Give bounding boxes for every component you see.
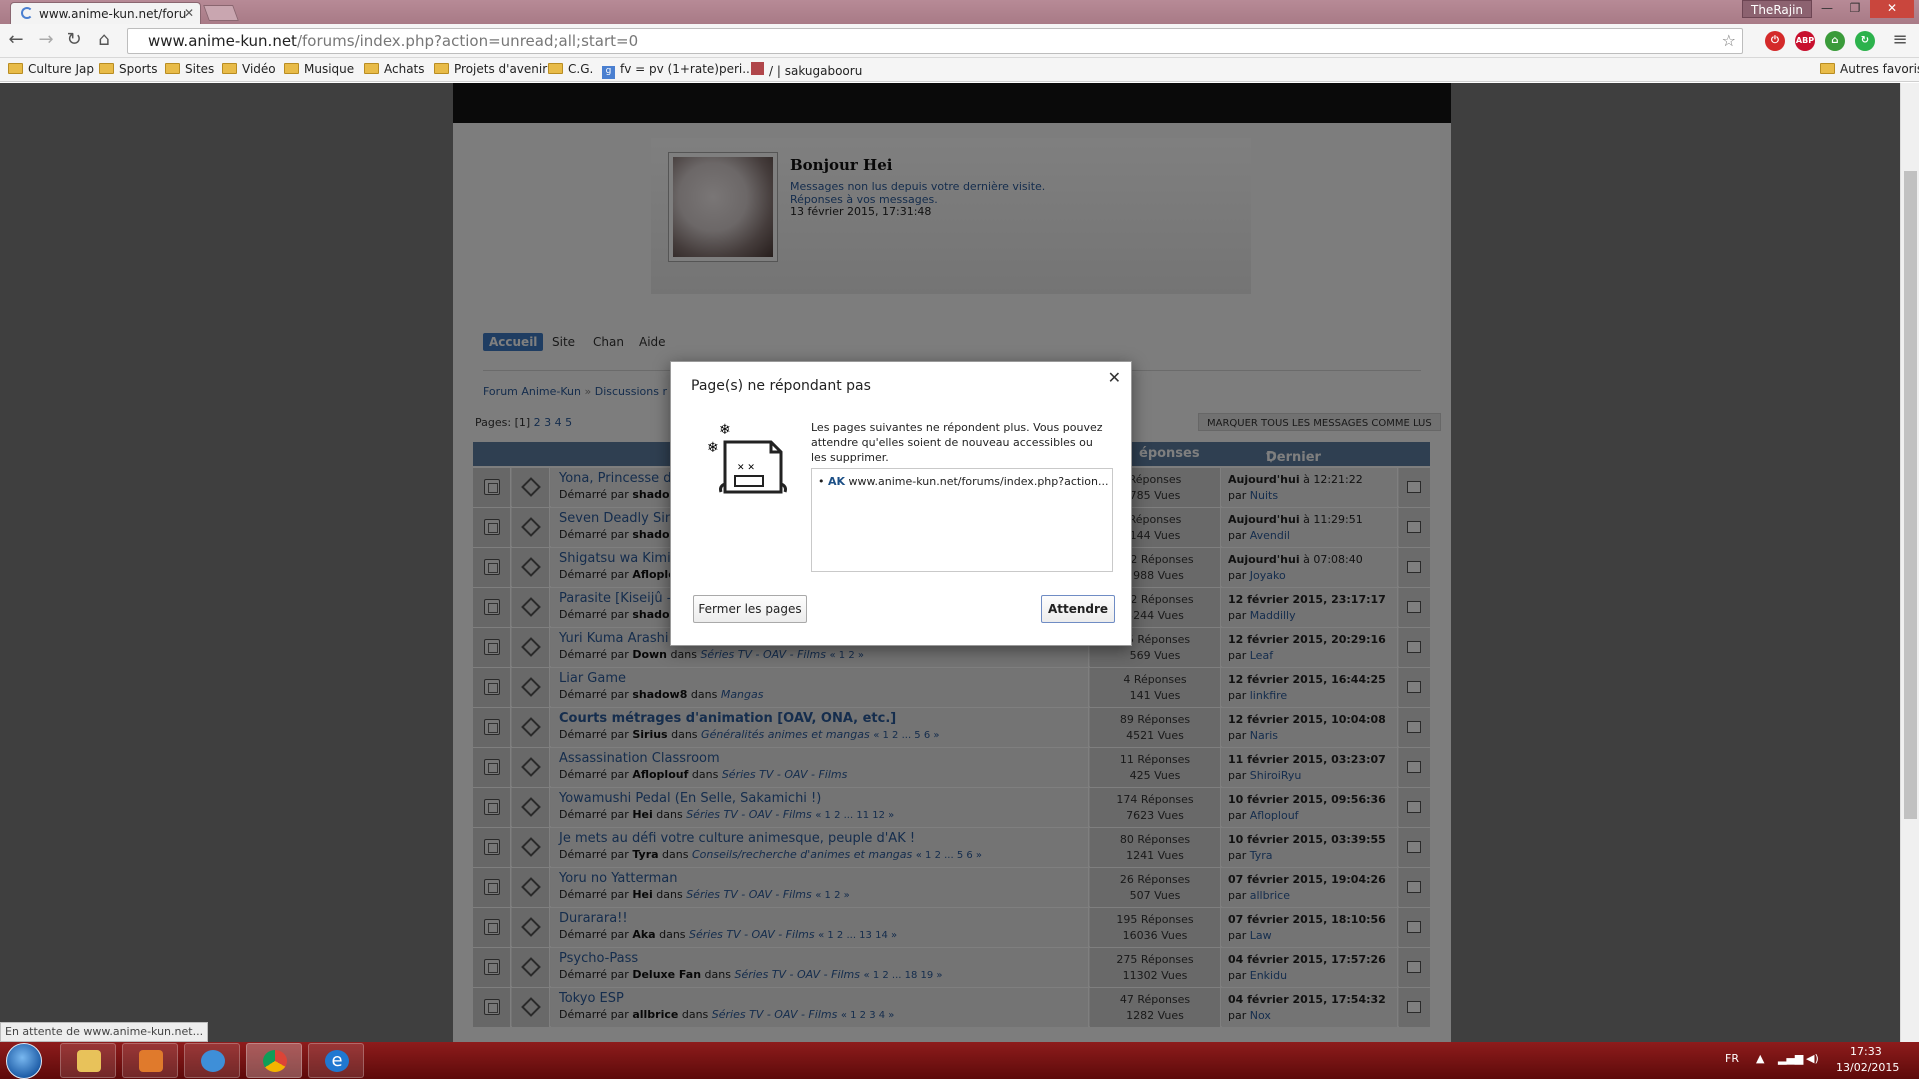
unresponsive-page-item[interactable]: • AK www.anime-kun.net/forums/index.php?… [818, 475, 1108, 488]
dialog-message: Les pages suivantes ne répondent plus. V… [811, 421, 1103, 464]
status-bar: En attente de www.anime-kun.net... [0, 1022, 209, 1042]
start-button[interactable] [6, 1043, 42, 1079]
minimize-icon[interactable]: — [1814, 0, 1840, 18]
internet-explorer-icon: e [325, 1050, 349, 1072]
folder-icon [8, 63, 23, 74]
unresponsive-pages-list: • AK www.anime-kun.net/forums/index.php?… [811, 468, 1113, 572]
taskbar-media-player[interactable] [122, 1043, 178, 1078]
windows-taskbar: e FR ▲ ▂▄▆ ◀) 17:33 13/02/2015 [0, 1042, 1919, 1079]
bookmark-sakugabooru[interactable]: / | sakugabooru [751, 62, 862, 78]
restore-icon[interactable]: ❐ [1842, 0, 1868, 18]
folder-icon [77, 1050, 101, 1072]
folder-icon [99, 63, 114, 74]
scrollbar-thumb[interactable] [1904, 171, 1917, 819]
back-icon[interactable]: ← [6, 30, 26, 50]
clock-time[interactable]: 17:33 [1850, 1045, 1882, 1058]
taskbar-chrome[interactable] [246, 1043, 302, 1078]
browser-toolbar: ← → ↻ ⌂ www.anime-kun.net/forums/index.p… [0, 24, 1919, 58]
bookmark-fv[interactable]: g fv = pv (1+rate)peri... [602, 62, 754, 79]
svg-text:❄: ❄ [707, 440, 719, 456]
bookmark-sports[interactable]: Sports [99, 62, 157, 76]
url-host: www.anime-kun.net [148, 32, 297, 50]
folder-icon [284, 63, 299, 74]
browser-tab[interactable]: www.anime-kun.net/foru ✕ [10, 2, 201, 24]
folder-icon [434, 63, 449, 74]
title-bar: www.anime-kun.net/foru ✕ TheRajin — ❐ ✕ [0, 0, 1919, 24]
google-icon: g [602, 66, 615, 79]
media-player-icon [139, 1050, 163, 1072]
url-path: /forums/index.php?action=unread;all;star… [296, 32, 639, 50]
tab-title: www.anime-kun.net/foru [39, 7, 187, 21]
extension-house-icon[interactable]: ⌂ [1825, 31, 1845, 51]
svg-text:❄: ❄ [719, 422, 731, 438]
folder-icon [1820, 63, 1835, 74]
close-pages-button[interactable]: Fermer les pages [693, 595, 807, 623]
tab-close-icon[interactable]: ✕ [184, 6, 194, 20]
home-icon[interactable]: ⌂ [94, 30, 114, 50]
window-close-icon[interactable]: ✕ [1870, 0, 1914, 18]
bookmark-other[interactable]: Autres favoris [1820, 62, 1919, 76]
extension-green-icon[interactable]: ↻ [1855, 31, 1875, 51]
svg-text:✕ ✕: ✕ ✕ [737, 463, 755, 473]
page-viewport: Bonjour Hei Messages non lus depuis votr… [0, 83, 1900, 1042]
wait-button[interactable]: Attendre [1041, 595, 1115, 623]
bookmark-achats[interactable]: Achats [364, 62, 425, 76]
address-bar[interactable]: www.anime-kun.net/forums/index.php?actio… [127, 28, 1743, 54]
loading-spinner-icon [21, 7, 33, 19]
bookmark-star-icon[interactable]: ☆ [1722, 31, 1736, 50]
bookmark-video[interactable]: Vidéo [222, 62, 276, 76]
language-indicator[interactable]: FR [1725, 1052, 1739, 1065]
bookmark-musique[interactable]: Musique [284, 62, 354, 76]
page-scrollbar[interactable] [1900, 83, 1919, 1042]
dialog-title: Page(s) ne répondant pas [691, 378, 871, 394]
taskbar-ie[interactable]: e [308, 1043, 364, 1078]
dialog-close-icon[interactable]: ✕ [1108, 368, 1121, 387]
clock-date[interactable]: 13/02/2015 [1836, 1061, 1899, 1074]
bookmark-cg[interactable]: C.G. [548, 62, 593, 76]
volume-icon[interactable]: ◀) [1806, 1052, 1819, 1065]
adblock-icon[interactable]: ⏻ [1765, 31, 1785, 51]
folder-icon [165, 63, 180, 74]
profile-user[interactable]: TheRajin [1742, 0, 1813, 18]
show-hidden-icons-icon[interactable]: ▲ [1756, 1052, 1764, 1065]
frozen-page-icon: ❄ ❄ ✕ ✕ [707, 422, 787, 494]
folder-icon [364, 63, 379, 74]
folder-icon [548, 63, 563, 74]
taskbar-explorer[interactable] [60, 1043, 116, 1078]
new-tab-button[interactable] [203, 5, 239, 21]
taskbar-app[interactable] [184, 1043, 240, 1078]
forward-icon[interactable]: → [36, 30, 56, 50]
bookmarks-bar: Culture Jap Sports Sites Vidéo Musique A… [0, 58, 1919, 82]
abp-icon[interactable]: ABP [1795, 31, 1815, 51]
chrome-menu-icon[interactable]: ≡ [1890, 30, 1910, 50]
bookmark-culture-jap[interactable]: Culture Jap [8, 62, 94, 76]
network-icon[interactable]: ▂▄▆ [1778, 1052, 1803, 1065]
chrome-icon [263, 1050, 287, 1072]
site-favicon-icon [751, 62, 764, 75]
bookmark-sites[interactable]: Sites [165, 62, 214, 76]
bookmark-projets[interactable]: Projets d'avenir [434, 62, 547, 76]
unresponsive-dialog: Page(s) ne répondant pas ✕ ❄ ❄ ✕ ✕ Les p… [670, 361, 1132, 646]
reload-icon[interactable]: ↻ [64, 30, 84, 50]
app-icon [201, 1050, 225, 1072]
folder-icon [222, 63, 237, 74]
